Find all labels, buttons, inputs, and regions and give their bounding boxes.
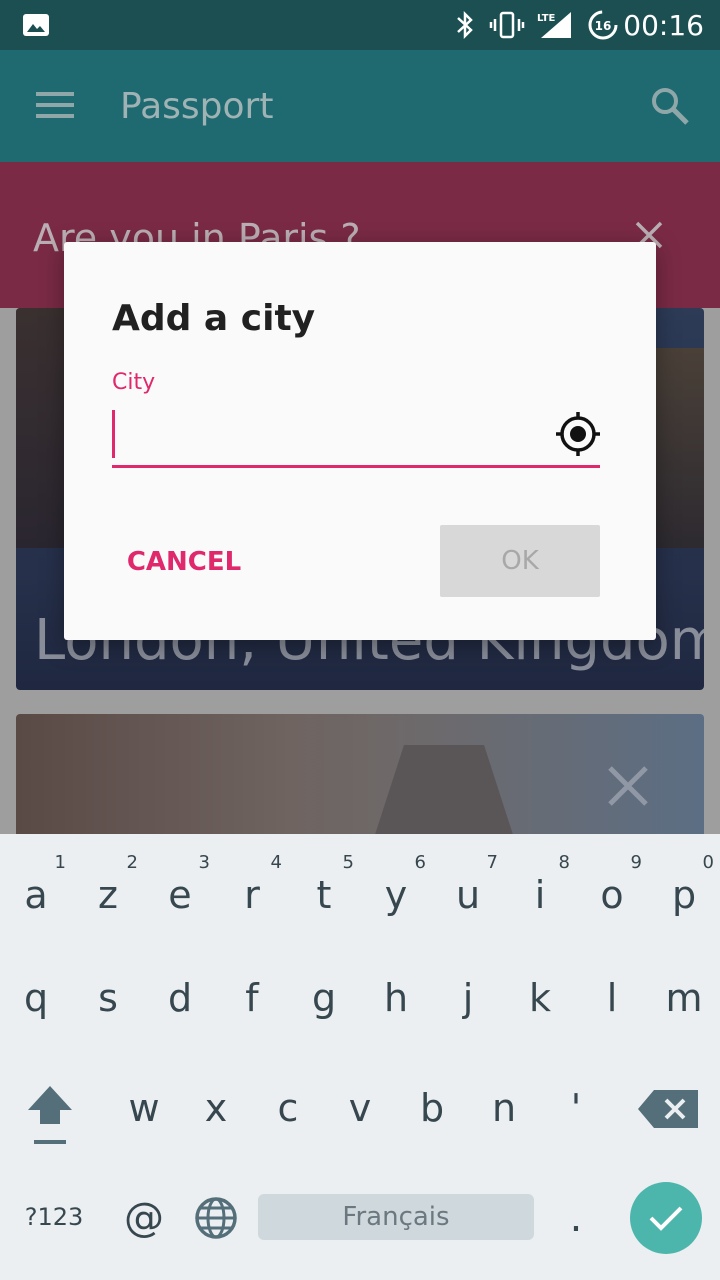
city-field bbox=[112, 406, 600, 468]
key-4[interactable]: 5t bbox=[288, 840, 360, 940]
city-input[interactable] bbox=[112, 406, 542, 462]
add-city-dialog: Add a city City CANCEL OK bbox=[64, 242, 656, 640]
key-hint: 9 bbox=[630, 852, 642, 873]
battery-saver-icon: 16 bbox=[586, 0, 620, 50]
key-char: p bbox=[671, 873, 697, 917]
key-7[interactable]: k bbox=[504, 948, 576, 1048]
key-char: r bbox=[244, 873, 260, 917]
key-char: u bbox=[455, 873, 481, 917]
ok-button[interactable]: OK bbox=[440, 525, 600, 597]
key-2[interactable]: c bbox=[252, 1058, 324, 1158]
key-char: o bbox=[600, 873, 624, 917]
key-hint: 6 bbox=[414, 852, 426, 873]
key-7[interactable]: 8i bbox=[504, 840, 576, 940]
city-card[interactable] bbox=[16, 714, 704, 844]
key-9[interactable]: m bbox=[648, 948, 720, 1048]
network-label: LTE bbox=[537, 13, 556, 24]
key-2[interactable]: 3e bbox=[144, 840, 216, 940]
key-9[interactable]: 0p bbox=[648, 840, 720, 940]
app-bar: Passport bbox=[0, 50, 720, 162]
key-hint: 1 bbox=[54, 852, 66, 873]
search-icon[interactable] bbox=[650, 86, 690, 126]
key-5[interactable]: h bbox=[360, 948, 432, 1048]
key-8[interactable]: l bbox=[576, 948, 648, 1048]
key-hint: 8 bbox=[558, 852, 570, 873]
period-key[interactable]: . bbox=[548, 1190, 604, 1246]
soft-keyboard: 1a2z3e4r5t6y7u8i9o0p qsdfghjklm w x c v b n ' … bbox=[0, 834, 720, 1280]
status-bar: LTE 16 00:16 bbox=[0, 0, 720, 50]
check-icon bbox=[649, 1206, 683, 1231]
key-1[interactable]: x bbox=[180, 1058, 252, 1158]
my-location-icon[interactable] bbox=[554, 410, 602, 458]
key-hint: 0 bbox=[702, 852, 714, 873]
app-title: Passport bbox=[120, 86, 274, 127]
key-char: a bbox=[24, 873, 48, 917]
key-1[interactable]: s bbox=[72, 948, 144, 1048]
city-field-label: City bbox=[112, 370, 156, 395]
key-0[interactable]: 1a bbox=[0, 840, 72, 940]
key-char: i bbox=[534, 873, 546, 917]
clock: 00:16 bbox=[623, 8, 704, 42]
key-3[interactable]: 4r bbox=[216, 840, 288, 940]
key-5[interactable]: n bbox=[468, 1058, 540, 1158]
key-0[interactable]: w bbox=[108, 1058, 180, 1158]
cancel-button[interactable]: CANCEL bbox=[112, 526, 256, 598]
key-4[interactable]: g bbox=[288, 948, 360, 1048]
vibrate-icon bbox=[488, 0, 526, 50]
key-0[interactable]: q bbox=[0, 948, 72, 1048]
key-6[interactable]: ' bbox=[540, 1058, 612, 1158]
key-6[interactable]: 7u bbox=[432, 840, 504, 940]
key-5[interactable]: 6y bbox=[360, 840, 432, 940]
backspace-key[interactable] bbox=[636, 1084, 702, 1134]
at-key[interactable]: @ bbox=[112, 1190, 176, 1246]
shift-key[interactable] bbox=[18, 1080, 82, 1152]
key-3[interactable]: v bbox=[324, 1058, 396, 1158]
dialog-title: Add a city bbox=[112, 298, 316, 339]
key-1[interactable]: 2z bbox=[72, 840, 144, 940]
space-key[interactable]: Français bbox=[258, 1194, 534, 1240]
key-hint: 3 bbox=[198, 852, 210, 873]
key-4[interactable]: b bbox=[396, 1058, 468, 1158]
globe-icon[interactable] bbox=[188, 1192, 244, 1244]
key-2[interactable]: d bbox=[144, 948, 216, 1048]
key-char: y bbox=[384, 873, 408, 917]
card-image bbox=[372, 745, 516, 844]
lte-signal-icon: LTE bbox=[534, 0, 574, 50]
key-hint: 7 bbox=[486, 852, 498, 873]
key-char: e bbox=[168, 873, 192, 917]
key-hint: 4 bbox=[270, 852, 282, 873]
symbols-key[interactable]: ?123 bbox=[18, 1194, 90, 1240]
key-hint: 5 bbox=[342, 852, 354, 873]
battery-level: 16 bbox=[595, 19, 612, 33]
key-hint: 2 bbox=[126, 852, 138, 873]
menu-icon[interactable] bbox=[36, 90, 76, 120]
gallery-notification-icon bbox=[20, 0, 52, 50]
enter-key[interactable] bbox=[630, 1182, 702, 1254]
bluetooth-icon bbox=[452, 0, 478, 50]
key-6[interactable]: j bbox=[432, 948, 504, 1048]
key-8[interactable]: 9o bbox=[576, 840, 648, 940]
key-char: t bbox=[316, 873, 332, 917]
key-char: z bbox=[98, 873, 118, 917]
close-icon[interactable] bbox=[606, 764, 650, 813]
key-3[interactable]: f bbox=[216, 948, 288, 1048]
